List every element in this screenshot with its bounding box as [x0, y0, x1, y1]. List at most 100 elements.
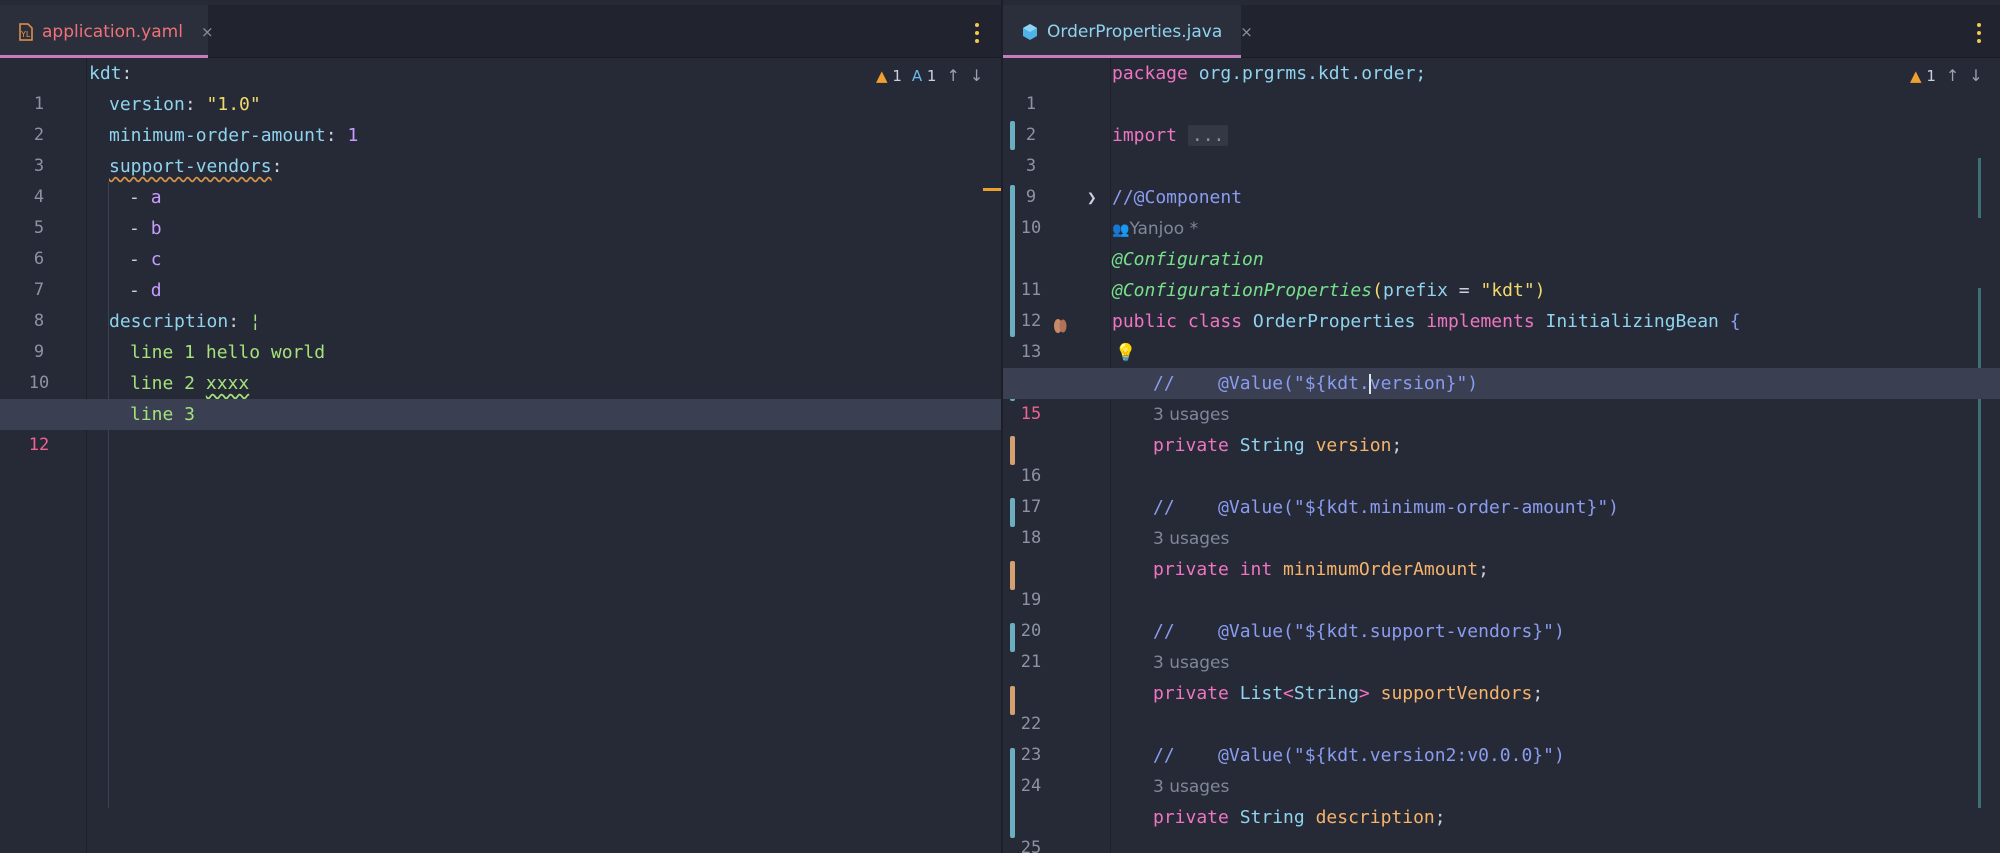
block-scalar-indicator: ¦ [249, 311, 261, 332]
list-value: c [150, 249, 162, 270]
usages-hint-line[interactable]: 3 usages [1003, 647, 2000, 678]
colon: : [121, 63, 133, 84]
keyword: private [1153, 807, 1229, 828]
code-line[interactable]: 11 line 2 xxxx [0, 368, 1001, 424]
annotation: @ConfigurationProperties [1112, 280, 1373, 301]
usages-hint[interactable]: 3 usages [1153, 777, 1229, 797]
indent-guide [108, 368, 109, 808]
code-line[interactable]: 16 private String version; [1003, 430, 2000, 486]
code-line[interactable]: 3 minimum-order-amount: 1 [0, 120, 1001, 176]
yaml-key: version [109, 94, 185, 115]
yaml-value: 1 [347, 125, 359, 146]
code-line[interactable]: 1 package org.prgrms.kdt.order; [1003, 58, 2000, 114]
code-line[interactable]: 2 version: "1.0" [0, 89, 1001, 145]
java-class-icon [1021, 23, 1039, 41]
code-line[interactable]: 10 line 1 hello world [0, 337, 1001, 393]
colon: : [325, 125, 348, 146]
author-hint-line[interactable]: 👥Yanjoo * [1003, 213, 2000, 244]
code-line[interactable]: 9 description: ¦ [0, 306, 1001, 362]
code-line[interactable]: 25 private String description; [1003, 802, 2000, 853]
comment: // @Value("${kdt.minimum-order-amount}") [1153, 497, 1619, 518]
string-literal: "kdt" [1480, 280, 1535, 301]
semicolon: ; [1532, 683, 1544, 704]
keyword: import [1112, 125, 1178, 146]
code-line[interactable]: 3 ❯ import ... [1003, 120, 2000, 207]
list-value: d [150, 280, 162, 301]
semicolon: ; [1478, 559, 1489, 580]
type: String [1293, 683, 1359, 704]
code-line[interactable]: 26 [1003, 833, 2000, 853]
generic-bracket: < [1283, 683, 1294, 704]
code-line[interactable]: 5 - a [0, 182, 1001, 238]
keyword: public [1112, 311, 1178, 332]
current-code-line[interactable]: 12 line 3 [0, 399, 1001, 455]
tab-label: OrderProperties.java [1047, 21, 1223, 42]
usages-hint[interactable]: 3 usages [1153, 405, 1229, 425]
code-line[interactable]: 17 [1003, 461, 2000, 517]
yaml-key: support-vendors [109, 156, 272, 177]
code-line[interactable]: 21 // @Value("${kdt.support-vendors}") [1003, 616, 2000, 672]
keyword: private [1153, 683, 1229, 704]
list-dash: - [129, 218, 151, 239]
tab-application-yaml[interactable]: YL application.yaml × [0, 5, 214, 58]
usages-hint[interactable]: 3 usages [1153, 529, 1229, 549]
type: String [1228, 435, 1316, 456]
semicolon: ; [1391, 435, 1403, 456]
code-line[interactable]: 7 - c [0, 244, 1001, 300]
code-line[interactable]: 19 private int minimumOrderAmount; [1003, 554, 2000, 610]
usages-hint-line[interactable]: 3 usages [1003, 771, 2000, 802]
block-text: line 3 [130, 404, 196, 425]
list-dash: - [129, 280, 151, 301]
code-line[interactable]: 23 [1003, 709, 2000, 765]
folded-imports[interactable]: ... [1187, 125, 1229, 146]
colon: : [228, 311, 250, 332]
usages-hint-line[interactable]: 3 usages [1003, 399, 2000, 430]
code-line[interactable]: 2 [1003, 89, 2000, 145]
annotation: @Configuration [1112, 249, 1264, 270]
people-icon: 👥 [1112, 222, 1130, 238]
line-number: 12 [28, 435, 50, 455]
current-code-line[interactable]: 15 // @Value("${kdt.version}") [1003, 368, 2000, 424]
bean-gutter-icon[interactable] [1053, 313, 1067, 333]
yaml-editor[interactable]: ▲ 1 A 1 ↑ ↓ 1 kdt: 2 version: "1.0" 3 mi… [0, 58, 1001, 853]
code-line[interactable]: 9 [1003, 151, 2000, 207]
lightbulb-icon[interactable]: 💡 [1115, 343, 1136, 363]
more-options-icon[interactable] [1974, 23, 1984, 43]
code-line[interactable]: 6 - b [0, 213, 1001, 269]
semicolon: ; [1434, 807, 1446, 828]
usages-hint[interactable]: 3 usages [1153, 653, 1229, 673]
keyword: class [1177, 311, 1253, 332]
comment: //@Component [1112, 187, 1243, 208]
code-line[interactable]: 22 private List<String> supportVendors; [1003, 678, 2000, 734]
java-editor[interactable]: ▲ 1 ↑ ↓ 1 package org.prgrms.kdt.order; … [1003, 58, 2000, 853]
author-hint[interactable]: Yanjoo * [1129, 219, 1198, 239]
more-options-icon[interactable] [972, 23, 982, 43]
field-name: version [1315, 435, 1392, 456]
usages-hint-line[interactable]: 3 usages [1003, 523, 2000, 554]
code-line[interactable]: 10 //@Component [1003, 182, 2000, 238]
code-line[interactable]: 18 // @Value("${kdt.minimum-order-amount… [1003, 492, 2000, 548]
code-line[interactable]: 24 // @Value("${kdt.version2:v0.0.0}") [1003, 740, 2000, 796]
keyword: private [1153, 559, 1229, 580]
interface-name: InitializingBean [1545, 311, 1719, 332]
keyword: package [1112, 63, 1188, 84]
close-tab-icon[interactable]: × [201, 23, 214, 41]
code-line[interactable]: 1 kdt: [0, 58, 1001, 114]
code-line[interactable]: 14 💡 [1003, 337, 2000, 393]
type: int [1228, 559, 1284, 580]
code-line[interactable]: 4 support-vendors: [0, 151, 1001, 207]
left-editor-pane: YL application.yaml × ▲ 1 A 1 ↑ ↓ 1 kdt:… [0, 0, 1001, 853]
code-line[interactable]: 12 @ConfigurationProperties(prefix = "kd… [1003, 275, 2000, 331]
svg-text:YL: YL [20, 30, 31, 39]
close-tab-icon[interactable]: × [1240, 23, 1253, 41]
code-line[interactable]: 8 - d [0, 275, 1001, 331]
comment: // @Value("${kdt. [1153, 373, 1370, 394]
tab-order-properties-java[interactable]: OrderProperties.java × [1003, 5, 1253, 58]
code-line[interactable]: 11 @Configuration [1003, 244, 2000, 300]
code-line[interactable]: 20 [1003, 585, 2000, 641]
code-line[interactable]: 13 public class OrderProperties implemen… [1003, 306, 2000, 362]
field-name: minimumOrderAmount [1283, 559, 1479, 580]
generic-bracket: > [1358, 683, 1381, 704]
list-value: b [150, 218, 162, 239]
keyword: private [1153, 435, 1229, 456]
